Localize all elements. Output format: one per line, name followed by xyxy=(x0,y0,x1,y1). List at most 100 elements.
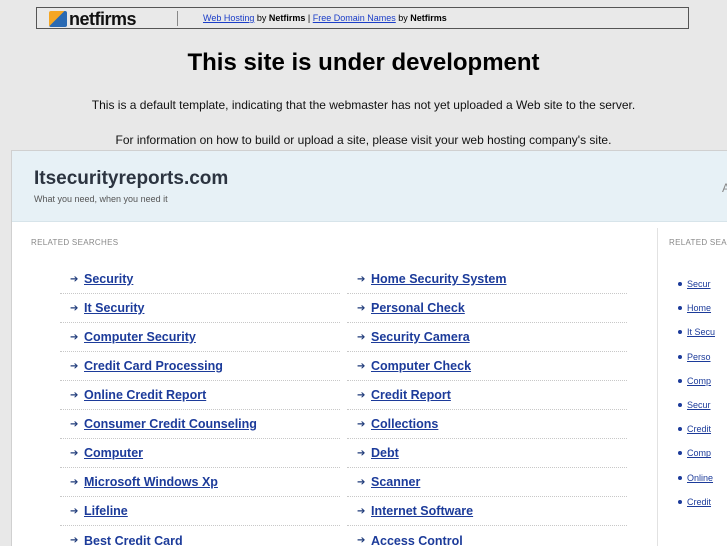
side-search-item: Comp xyxy=(678,369,715,393)
side-search-link[interactable]: Secur xyxy=(687,400,711,410)
side-search-item: Credit xyxy=(678,490,715,514)
related-search-link[interactable]: Online Credit Report xyxy=(84,388,206,402)
side-search-link[interactable]: Comp xyxy=(687,448,711,458)
netfirms-banner: netfirms Web Hosting by Netfirms | Free … xyxy=(36,7,689,29)
side-search-item: Perso xyxy=(678,345,715,369)
related-searches-side-label: RELATED SEA xyxy=(669,238,727,247)
bullet-icon xyxy=(678,451,682,455)
related-search-row: ➔Credit Card Processing xyxy=(60,352,340,381)
page-title: This site is under development xyxy=(0,49,727,77)
banner-brand-text: Netfirms xyxy=(269,13,306,23)
arrow-right-icon: ➔ xyxy=(70,506,84,517)
bullet-icon xyxy=(678,403,682,407)
related-search-row: ➔Security Camera xyxy=(347,323,627,352)
related-search-row: ➔Credit Report xyxy=(347,381,627,410)
side-search-item: Secur xyxy=(678,272,715,296)
parked-site-frame: Itsecurityreports.com What you need, whe… xyxy=(11,150,727,546)
related-search-row: ➔Consumer Credit Counseling xyxy=(60,410,340,439)
related-search-link[interactable]: Scanner xyxy=(371,475,420,489)
related-searches-right-column: ➔Home Security System➔Personal Check➔Sec… xyxy=(347,265,627,546)
side-search-link[interactable]: Perso xyxy=(687,352,711,362)
related-search-link[interactable]: Access Control xyxy=(371,534,463,546)
banner-links: Web Hosting by Netfirms | Free Domain Na… xyxy=(203,13,447,23)
related-search-link[interactable]: Credit Report xyxy=(371,388,451,402)
related-search-row: ➔Security xyxy=(60,265,340,294)
related-search-row: ➔Computer xyxy=(60,439,340,468)
arrow-right-icon: ➔ xyxy=(357,448,371,459)
side-search-link[interactable]: Comp xyxy=(687,376,711,386)
arrow-right-icon: ➔ xyxy=(357,303,371,314)
related-search-link[interactable]: Microsoft Windows Xp xyxy=(84,475,218,489)
related-search-link[interactable]: Consumer Credit Counseling xyxy=(84,417,257,431)
related-search-link[interactable]: Collections xyxy=(371,417,438,431)
related-search-row: ➔Debt xyxy=(347,439,627,468)
arrow-right-icon: ➔ xyxy=(70,535,84,546)
side-search-link[interactable]: Credit xyxy=(687,497,711,507)
arrow-right-icon: ➔ xyxy=(357,477,371,488)
related-searches-left-column: ➔Security➔It Security➔Computer Security➔… xyxy=(60,265,340,546)
netfirms-logo-text: netfirms xyxy=(69,9,136,30)
side-search-link[interactable]: Secur xyxy=(687,279,711,289)
related-search-row: ➔It Security xyxy=(60,294,340,323)
free-domain-names-link[interactable]: Free Domain Names xyxy=(313,13,396,23)
related-search-link[interactable]: Personal Check xyxy=(371,301,465,315)
related-search-row: ➔Best Credit Card xyxy=(60,526,340,546)
site-name[interactable]: Itsecurityreports.com xyxy=(34,168,228,190)
arrow-right-icon: ➔ xyxy=(357,535,371,546)
notice-text: This is a default template, indicating t… xyxy=(0,98,727,112)
related-search-link[interactable]: Lifeline xyxy=(84,504,128,518)
arrow-right-icon: ➔ xyxy=(357,274,371,285)
side-search-link[interactable]: Credit xyxy=(687,424,711,434)
bullet-icon xyxy=(678,282,682,286)
arrow-right-icon: ➔ xyxy=(357,390,371,401)
related-search-row: ➔Home Security System xyxy=(347,265,627,294)
site-header: Itsecurityreports.com What you need, whe… xyxy=(12,151,727,222)
arrow-right-icon: ➔ xyxy=(70,477,84,488)
site-tagline: What you need, when you need it xyxy=(34,194,168,204)
side-search-link[interactable]: Online xyxy=(687,473,713,483)
related-search-row: ➔Lifeline xyxy=(60,497,340,526)
arrow-right-icon: ➔ xyxy=(357,419,371,430)
related-search-link[interactable]: Security Camera xyxy=(371,330,470,344)
arrow-right-icon: ➔ xyxy=(70,361,84,372)
arrow-right-icon: ➔ xyxy=(357,506,371,517)
related-search-row: ➔Access Control xyxy=(347,526,627,546)
related-search-link[interactable]: Home Security System xyxy=(371,272,506,286)
related-search-link[interactable]: Best Credit Card xyxy=(84,534,183,546)
arrow-right-icon: ➔ xyxy=(70,274,84,285)
related-search-row: ➔Internet Software xyxy=(347,497,627,526)
related-search-row: ➔Collections xyxy=(347,410,627,439)
related-search-row: ➔Online Credit Report xyxy=(60,381,340,410)
side-search-link[interactable]: It Secu xyxy=(687,327,715,337)
related-searches-label: RELATED SEARCHES xyxy=(31,238,118,247)
related-search-link[interactable]: Security xyxy=(84,272,133,286)
arrow-right-icon: ➔ xyxy=(70,332,84,343)
arrow-right-icon: ➔ xyxy=(70,390,84,401)
banner-separator: | xyxy=(305,13,312,23)
banner-divider xyxy=(177,11,178,26)
arrow-right-icon: ➔ xyxy=(70,448,84,459)
related-search-link[interactable]: Debt xyxy=(371,446,399,460)
banner-brand-text: Netfirms xyxy=(410,13,447,23)
side-search-link[interactable]: Home xyxy=(687,303,711,313)
related-search-link[interactable]: Computer xyxy=(84,446,143,460)
related-search-link[interactable]: Internet Software xyxy=(371,504,473,518)
side-search-item: Home xyxy=(678,296,715,320)
related-search-link[interactable]: Credit Card Processing xyxy=(84,359,223,373)
banner-by-text: by xyxy=(396,13,411,23)
arrow-right-icon: ➔ xyxy=(357,332,371,343)
arrow-right-icon: ➔ xyxy=(357,361,371,372)
banner-by-text: by xyxy=(254,13,269,23)
side-search-item: Online xyxy=(678,466,715,490)
related-search-row: ➔Microsoft Windows Xp xyxy=(60,468,340,497)
netfirms-logo[interactable]: netfirms xyxy=(49,9,136,29)
related-search-row: ➔Computer Security xyxy=(60,323,340,352)
related-search-link[interactable]: Computer Security xyxy=(84,330,196,344)
site-header-edge-text: A xyxy=(722,181,727,195)
related-search-link[interactable]: Computer Check xyxy=(371,359,471,373)
related-search-row: ➔Computer Check xyxy=(347,352,627,381)
web-hosting-link[interactable]: Web Hosting xyxy=(203,13,254,23)
side-search-item: Secur xyxy=(678,393,715,417)
related-search-row: ➔Scanner xyxy=(347,468,627,497)
related-search-link[interactable]: It Security xyxy=(84,301,144,315)
